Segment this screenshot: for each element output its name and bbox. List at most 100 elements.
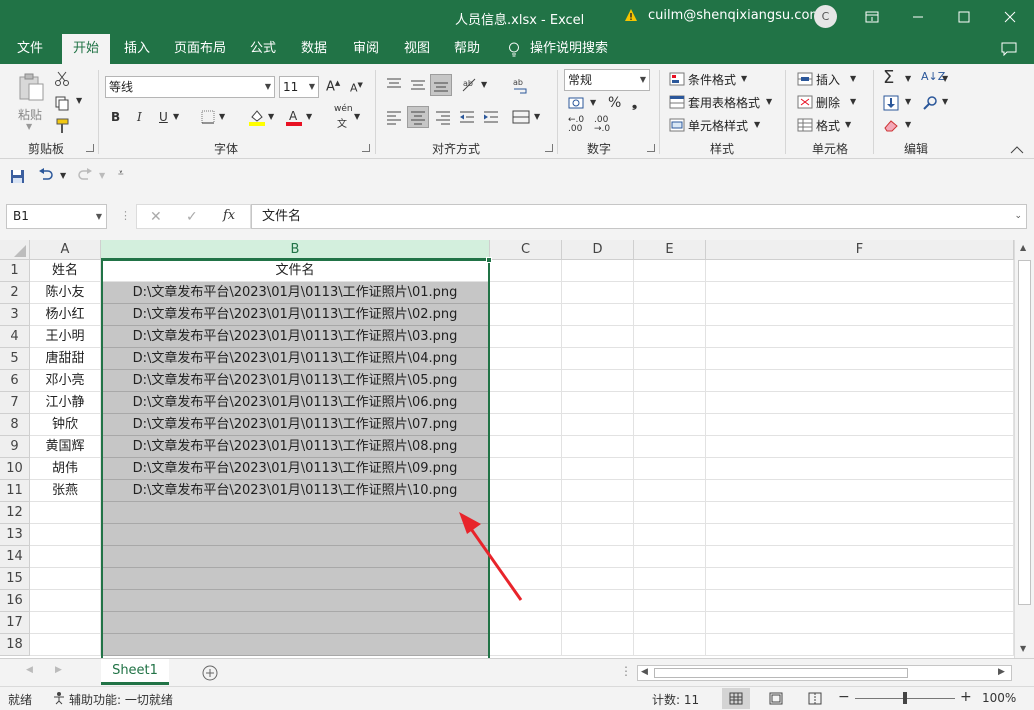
format-as-table-icon[interactable] [669, 95, 685, 109]
row-header-16[interactable]: 16 [0, 590, 30, 612]
cell-c10[interactable] [490, 458, 562, 480]
cell-d9[interactable] [562, 436, 634, 458]
cell-e12[interactable] [634, 502, 706, 524]
row-header-15[interactable]: 15 [0, 568, 30, 590]
cell-e13[interactable] [634, 524, 706, 546]
cell-c3[interactable] [490, 304, 562, 326]
font-launcher-icon[interactable] [362, 144, 370, 152]
decrease-indent-icon[interactable] [458, 108, 476, 126]
fill-color-dropdown-icon[interactable]: ▼ [268, 112, 274, 121]
scroll-right-icon[interactable]: ▶ [998, 667, 1005, 677]
merge-dropdown-icon[interactable]: ▼ [534, 112, 540, 121]
cell-a14[interactable] [30, 546, 101, 568]
cell-c7[interactable] [490, 392, 562, 414]
cell-a16[interactable] [30, 590, 101, 612]
scroll-left-icon[interactable]: ◀ [641, 667, 648, 677]
tab-split-grip-icon[interactable]: ⋮ [620, 664, 632, 678]
accessibility-icon[interactable] [52, 691, 66, 705]
tab-insert[interactable]: 插入 [116, 34, 158, 64]
cell-c5[interactable] [490, 348, 562, 370]
cell-b12[interactable] [101, 502, 490, 524]
cell-b17[interactable] [101, 612, 490, 634]
scroll-down-icon[interactable]: ▼ [1020, 644, 1026, 653]
column-header-b[interactable]: B [101, 240, 490, 260]
bold-button[interactable]: B [111, 110, 120, 124]
cell-b16[interactable] [101, 590, 490, 612]
align-left-icon[interactable] [385, 108, 403, 126]
cell-b14[interactable] [101, 546, 490, 568]
cell-f2[interactable] [706, 282, 1014, 304]
fill-handle[interactable] [486, 257, 492, 263]
format-painter-icon[interactable] [54, 118, 70, 134]
zoom-in-button[interactable]: + [960, 689, 972, 705]
insert-cells-icon[interactable] [797, 72, 813, 86]
row-header-4[interactable]: 4 [0, 326, 30, 348]
cell-d18[interactable] [562, 634, 634, 656]
underline-dropdown-icon[interactable]: ▼ [173, 112, 179, 121]
cell-a9[interactable]: 黄国辉 [30, 436, 101, 458]
autosum-dropdown-icon[interactable]: ▼ [905, 74, 911, 83]
percent-button[interactable]: % [608, 95, 621, 111]
cell-f4[interactable] [706, 326, 1014, 348]
tell-me-search[interactable]: 操作说明搜索 [530, 34, 610, 64]
cell-d1[interactable] [562, 260, 634, 282]
row-header-6[interactable]: 6 [0, 370, 30, 392]
clear-icon[interactable] [883, 118, 899, 132]
cell-a11[interactable]: 张燕 [30, 480, 101, 502]
column-header-f[interactable]: F [706, 240, 1014, 260]
cell-b9[interactable]: D:\文章发布平台\2023\01月\0113\工作证照片\08.png [101, 436, 490, 458]
cell-b3[interactable]: D:\文章发布平台\2023\01月\0113\工作证照片\02.png [101, 304, 490, 326]
insert-cells-button[interactable]: 插入 [816, 71, 840, 88]
cell-e9[interactable] [634, 436, 706, 458]
fill-dropdown-icon[interactable]: ▼ [905, 97, 911, 106]
tab-data[interactable]: 数据 [292, 34, 336, 64]
cell-c1[interactable] [490, 260, 562, 282]
name-box[interactable]: B1 ▼ [6, 204, 107, 229]
cell-c17[interactable] [490, 612, 562, 634]
cell-c4[interactable] [490, 326, 562, 348]
cell-b7[interactable]: D:\文章发布平台\2023\01月\0113\工作证照片\06.png [101, 392, 490, 414]
cell-styles-button[interactable]: 单元格样式 [688, 117, 748, 134]
cell-a18[interactable] [30, 634, 101, 656]
paste-button[interactable]: 粘贴 [18, 106, 42, 123]
fill-color-icon[interactable] [248, 108, 266, 126]
middle-align-icon[interactable] [409, 76, 427, 94]
phonetic-guide-top[interactable]: wén [334, 104, 353, 114]
font-color-dropdown-icon[interactable]: ▼ [306, 112, 312, 121]
clipboard-launcher-icon[interactable] [86, 144, 94, 152]
undo-icon[interactable] [38, 168, 54, 182]
italic-button[interactable]: I [137, 110, 142, 124]
cell-f5[interactable] [706, 348, 1014, 370]
cell-b11[interactable]: D:\文章发布平台\2023\01月\0113\工作证照片\10.png [101, 480, 490, 502]
column-header-d[interactable]: D [562, 240, 634, 260]
increase-decimal-icon[interactable]: ←.0.00 [568, 116, 584, 134]
expand-formula-icon[interactable]: ⌄ [1014, 205, 1022, 228]
cell-f14[interactable] [706, 546, 1014, 568]
avatar[interactable]: C [814, 5, 837, 28]
cell-a3[interactable]: 杨小红 [30, 304, 101, 326]
borders-icon[interactable] [201, 110, 215, 124]
ribbon-display-icon[interactable] [849, 0, 895, 34]
cell-f15[interactable] [706, 568, 1014, 590]
cell-f6[interactable] [706, 370, 1014, 392]
number-launcher-icon[interactable] [647, 144, 655, 152]
row-header-11[interactable]: 11 [0, 480, 30, 502]
chevron-down-icon[interactable]: ▼ [754, 120, 760, 129]
phonetic-dropdown-icon[interactable]: ▼ [354, 112, 360, 121]
cell-f10[interactable] [706, 458, 1014, 480]
cell-d14[interactable] [562, 546, 634, 568]
decrease-decimal-icon[interactable]: .00 →.0 [594, 116, 610, 134]
paste-icon[interactable] [16, 72, 46, 102]
cell-e7[interactable] [634, 392, 706, 414]
cell-d5[interactable] [562, 348, 634, 370]
tab-review[interactable]: 审阅 [344, 34, 388, 64]
format-as-table-button[interactable]: 套用表格格式 [688, 94, 760, 111]
maximize-icon[interactable] [941, 0, 987, 34]
cell-styles-icon[interactable] [669, 118, 685, 132]
cell-d6[interactable] [562, 370, 634, 392]
cell-e1[interactable] [634, 260, 706, 282]
number-format-select[interactable]: 常规 ▼ [564, 69, 650, 91]
page-layout-view-icon[interactable] [769, 692, 783, 705]
worksheet-grid[interactable]: ABCDEF 1 姓名 文件名 2 陈小友 D:\文章发布平台\2023\01月\0113… [0, 240, 1034, 658]
save-icon[interactable] [10, 169, 25, 184]
